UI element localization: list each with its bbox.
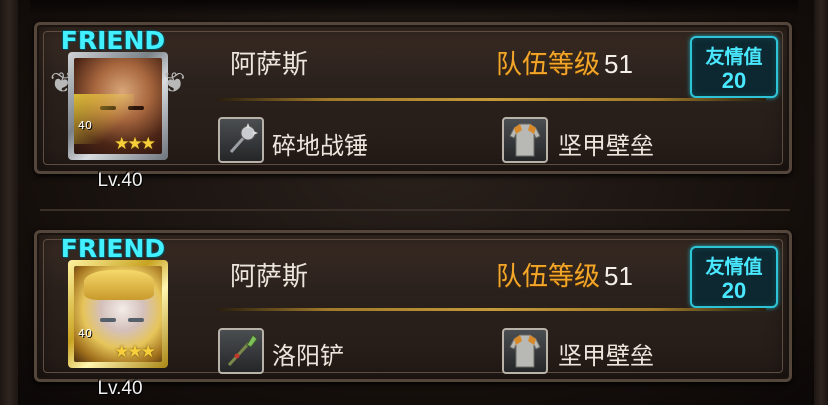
- portrait-frame: 40 ★★★: [68, 260, 168, 368]
- hero-portrait-bald-warrior: 40 ★★★: [74, 58, 162, 154]
- friendship-points-box: 友情值 20: [690, 36, 778, 98]
- card-separator: [40, 209, 790, 211]
- friend-avatar[interactable]: FRIEND 40 ★★★ Lv.40: [50, 234, 168, 399]
- team-level: 队伍等级 51: [496, 44, 633, 81]
- chainmail-armor-icon[interactable]: [502, 117, 548, 163]
- portrait-hair: [84, 270, 154, 300]
- level-label: Lv.40: [97, 170, 143, 191]
- team-level-value: 51: [604, 49, 633, 79]
- portrait-eye: [128, 318, 144, 322]
- friend-name: 阿萨斯: [230, 262, 309, 292]
- friendship-label: 友情值: [705, 46, 763, 68]
- friend-name: 阿萨斯: [230, 50, 309, 80]
- friendship-value: 20: [721, 68, 747, 93]
- gold-divider: [218, 98, 766, 101]
- team-level-label: 队伍等级: [496, 262, 601, 292]
- friend-avatar[interactable]: FRIEND 40 ★★★ ❦ ❦ Lv.40: [50, 26, 185, 191]
- level-label: Lv.40: [97, 378, 143, 399]
- portrait-frame: 40 ★★★: [68, 52, 168, 160]
- armor-name: 坚甲壁垒: [558, 132, 654, 160]
- spade-icon[interactable]: [218, 328, 264, 374]
- armor-icon-graphic: [509, 123, 541, 157]
- right-ornament-icon: ❦: [162, 66, 186, 99]
- top-shadow: [30, 0, 798, 16]
- left-edge-bar: [0, 0, 18, 405]
- rarity-stars: ★★★: [114, 342, 156, 362]
- armor-icon-graphic: [509, 334, 541, 368]
- team-level: 队伍等级 51: [496, 256, 633, 293]
- team-level-value: 51: [604, 261, 633, 291]
- friend-tag: FRIEND: [60, 26, 166, 55]
- friendship-label: 友情值: [705, 256, 763, 278]
- chainmail-armor-icon[interactable]: [502, 328, 548, 374]
- weapon-name: 碎地战锤: [272, 132, 368, 160]
- team-level-label: 队伍等级: [496, 50, 601, 80]
- portrait-level-badge: 40: [78, 119, 92, 132]
- hammer-icon-graphic: [229, 123, 258, 153]
- portrait-eye: [100, 318, 116, 322]
- weapon-name: 洛阳铲: [272, 342, 344, 370]
- friend-tag: FRIEND: [60, 234, 166, 263]
- friendship-points-box: 友情值 20: [690, 246, 778, 308]
- hero-portrait-blond-warrior: 40 ★★★: [74, 266, 162, 362]
- left-ornament-icon: ❦: [50, 66, 74, 99]
- friendship-value: 20: [721, 278, 747, 303]
- right-edge-bar: [814, 0, 828, 405]
- spade-icon-graphic: [227, 334, 258, 367]
- portrait-level-badge: 40: [78, 327, 92, 340]
- gold-divider: [218, 308, 766, 311]
- hammer-icon[interactable]: [218, 117, 264, 163]
- armor-name: 坚甲壁垒: [558, 342, 654, 370]
- rarity-stars: ★★★: [114, 134, 156, 154]
